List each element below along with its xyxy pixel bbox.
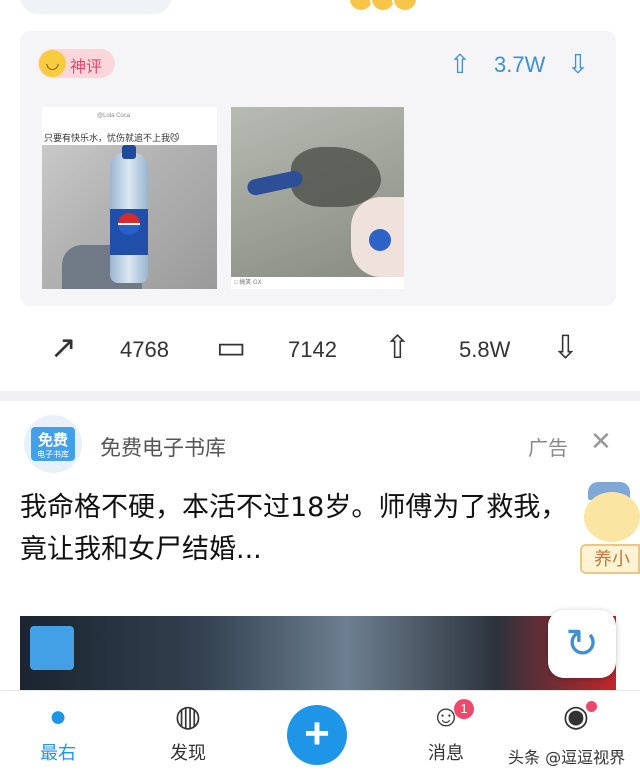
nav-item-home[interactable]: ● 最右: [18, 699, 98, 765]
watermark: 头条 @逗逗视界: [508, 744, 626, 768]
ad-logo-text-bottom: 电子书库: [37, 450, 69, 459]
nav-label-messages: 消息: [428, 743, 464, 764]
nav-item-discover[interactable]: ◍ 发现: [148, 699, 228, 765]
image-username: @Lola Coca: [97, 113, 131, 119]
like-count: 5.8W: [459, 337, 511, 362]
profile-icon: ◉: [562, 700, 590, 733]
reaction-emojis: [348, 0, 428, 12]
ad-title[interactable]: 我命格不硬，本活不过18岁。师傅为了救我，竟让我和女尸结婚...: [20, 487, 590, 571]
image-footer: □ 搞笑 GX: [231, 277, 404, 289]
ad-image-logo: [30, 626, 74, 670]
planet-icon: ◍: [174, 700, 202, 733]
profile-notification-dot: [586, 701, 597, 712]
previous-post-pill: [20, 0, 172, 14]
comment-image-spilled[interactable]: □ 搞笑 GX: [231, 107, 404, 289]
nav-item-profile[interactable]: ◉: [536, 699, 616, 735]
post-button[interactable]: +: [287, 705, 347, 765]
comment-count: 7142: [288, 337, 337, 362]
mascot-widget[interactable]: 养小: [580, 482, 640, 582]
message-badge: 1: [454, 699, 474, 719]
refresh-icon[interactable]: ↻: [548, 610, 616, 678]
ad-source-name[interactable]: 免费电子书库: [100, 432, 226, 462]
home-icon: ●: [48, 700, 68, 733]
ad-banner-image[interactable]: [20, 616, 616, 696]
downvote-icon[interactable]: ⇩: [552, 331, 579, 363]
upvote-arrow-icon[interactable]: ⇧: [449, 51, 471, 77]
ad-tag: 广告: [528, 436, 568, 460]
ad-avatar[interactable]: 免费 电子书库: [24, 415, 82, 473]
ad-logo-text-top: 免费: [37, 431, 68, 449]
hot-comment-badge: ◡ 神评: [38, 49, 115, 78]
section-divider: [0, 391, 640, 401]
close-icon[interactable]: ✕: [590, 426, 612, 457]
share-count: 4768: [120, 337, 169, 362]
nav-label-home: 最右: [40, 743, 76, 764]
mascot-label: 养小: [580, 544, 640, 574]
nav-item-messages[interactable]: ☺ 1 消息: [406, 699, 486, 765]
downvote-arrow-icon[interactable]: ⇩: [567, 51, 589, 77]
comment-icon[interactable]: ▭: [216, 331, 246, 363]
smiley-icon: ◡: [39, 50, 66, 77]
comment-image-pepsi[interactable]: @Lola Coca 只要有快乐水，忧伤就追不上我😼: [42, 107, 217, 289]
upvote-icon[interactable]: ⇧: [384, 331, 411, 363]
share-icon[interactable]: ↗: [50, 331, 77, 363]
nav-label-discover: 发现: [170, 743, 206, 764]
badge-label: 神评: [70, 57, 103, 76]
comment-vote-count: 3.7W: [494, 52, 546, 77]
message-icon: ☺: [430, 700, 462, 733]
image-caption: 只要有快乐水，忧伤就追不上我😼: [44, 134, 180, 144]
